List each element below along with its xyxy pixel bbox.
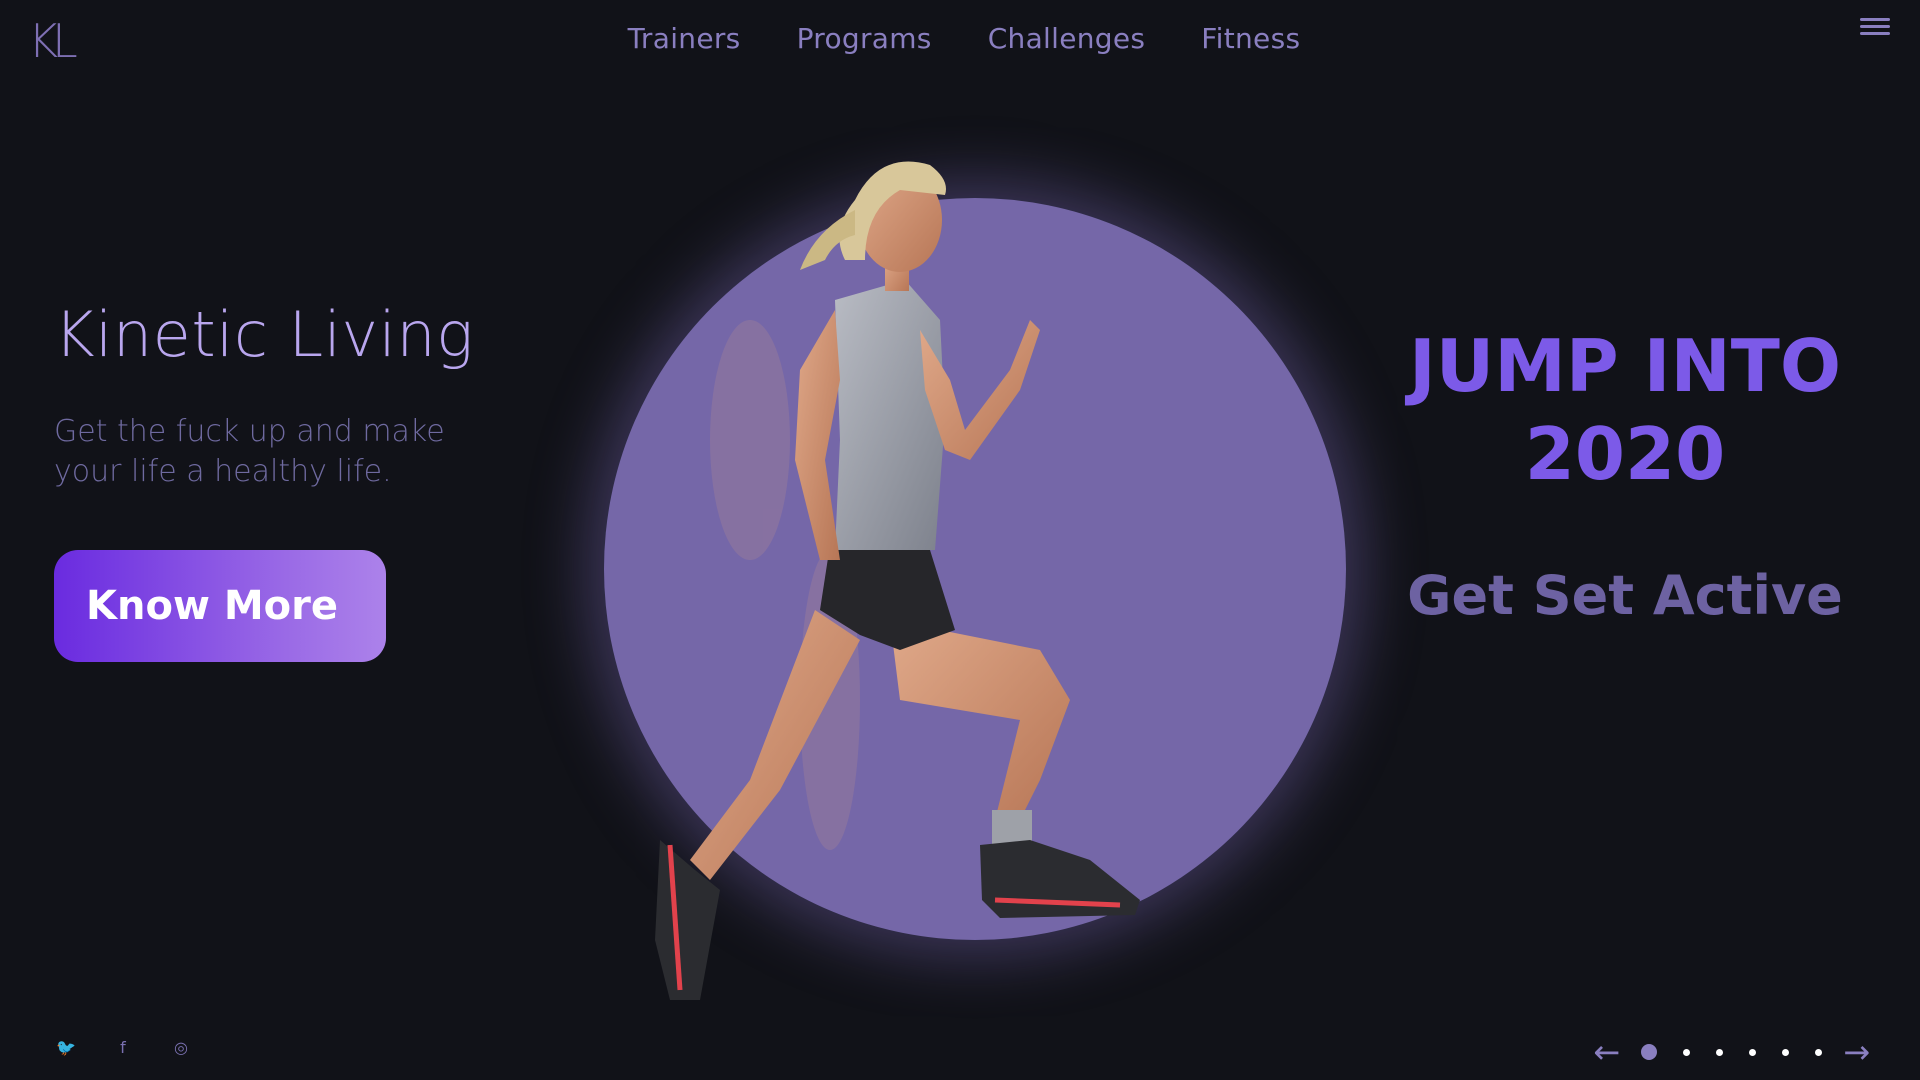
hero-subtitle: Get the fuck up and make your life a hea… — [54, 414, 445, 489]
prev-arrow-icon[interactable]: ← — [1593, 1036, 1620, 1068]
nav-item-fitness[interactable]: Fitness — [1201, 22, 1300, 55]
slide-dot[interactable] — [1716, 1048, 1724, 1056]
twitter-icon[interactable]: 🐦 — [56, 1038, 76, 1057]
nav-item-challenges[interactable]: Challenges — [988, 22, 1146, 55]
runner-image — [655, 161, 1140, 1000]
next-arrow-icon[interactable]: → — [1843, 1036, 1870, 1068]
slider-pagination: ← → — [1593, 1036, 1870, 1068]
slide-dot[interactable] — [1641, 1044, 1658, 1060]
landing-page: KL Trainers Programs Challenges Fitness … — [0, 0, 1920, 1080]
hamburger-menu-icon[interactable] — [1860, 18, 1890, 40]
nav-item-programs[interactable]: Programs — [797, 22, 932, 55]
social-links: 🐦 f ◎ — [56, 1038, 190, 1057]
know-more-button[interactable]: Know More — [54, 550, 386, 662]
promo-line-1: JUMP INTO — [1408, 324, 1842, 408]
promo-line-2: 2020 — [1524, 412, 1726, 496]
slide-dot[interactable] — [1683, 1048, 1691, 1056]
slide-dot[interactable] — [1782, 1048, 1790, 1056]
promo-tagline: Get Set Active — [1407, 564, 1843, 627]
hero-title: Kinetic Living — [54, 298, 474, 371]
promo-headline: JUMP INTO 2020 — [1340, 322, 1910, 498]
slide-dot[interactable] — [1815, 1048, 1823, 1056]
facebook-icon[interactable]: f — [114, 1038, 132, 1057]
main-nav: Trainers Programs Challenges Fitness — [0, 22, 1920, 55]
nav-item-trainers[interactable]: Trainers — [628, 22, 741, 55]
instagram-icon[interactable]: ◎ — [172, 1038, 190, 1057]
slide-dot[interactable] — [1749, 1048, 1757, 1056]
